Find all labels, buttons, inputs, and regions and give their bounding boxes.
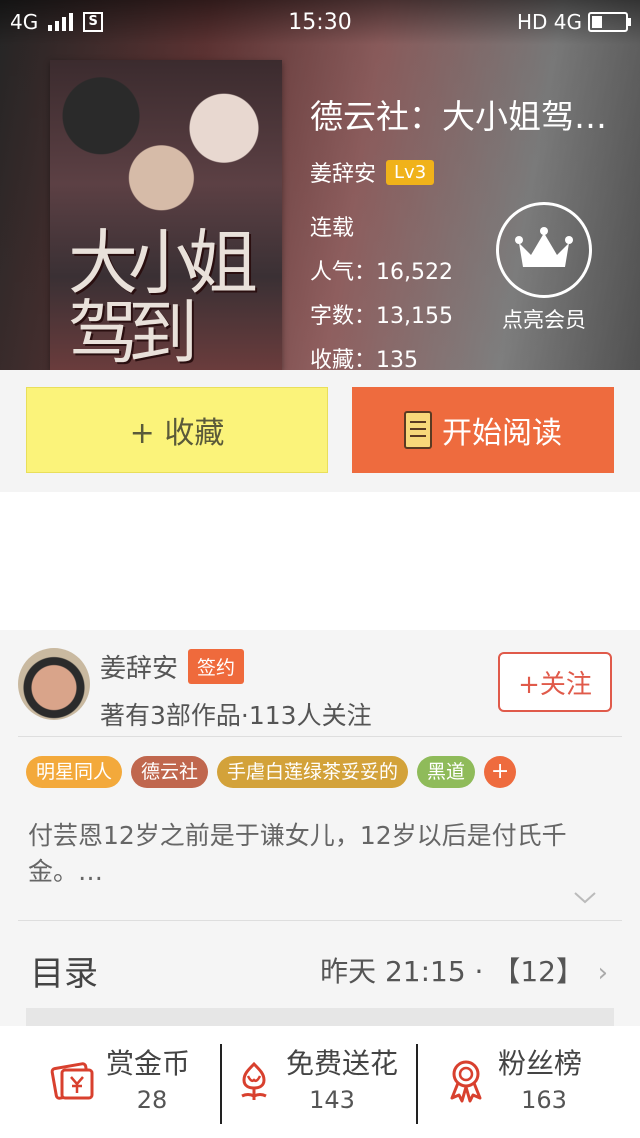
words-value: 13,155 [376,304,453,329]
flower-icon [241,1061,267,1100]
network-indicator-right: HD 4G [516,10,582,34]
member-button[interactable]: 点亮会员 [494,202,594,334]
toc-latest-chapter: 昨天 21:15 · 【12】 [320,955,584,988]
divider [220,1044,222,1124]
reward-coin-icon [50,1062,94,1100]
fan-ranking-button[interactable]: 粉丝榜 163 [442,1042,640,1124]
start-reading-label: 开始阅读 [442,416,562,451]
member-label: 点亮会员 [502,308,586,332]
cover-title-art: 大小姐驾到 [68,222,258,370]
divider [18,736,622,737]
table-of-contents-row[interactable]: 目录 昨天 21:15 · 【12】 › [0,920,640,1016]
book-cover[interactable]: 大小姐驾到 [50,60,282,370]
send-flower-button[interactable]: 免费送花 143 [230,1042,430,1124]
book-title: 德云社：大小姐驾… [310,97,607,136]
book-icon [404,411,432,449]
divider [416,1044,418,1124]
follow-label: +关注 [518,669,592,700]
author-name[interactable]: 姜辞安 [310,156,376,188]
ribbon-badge-icon [450,1060,482,1103]
tag-item[interactable]: 黑道 [417,756,476,788]
book-header: 4G S 15:30 HD 4G 大小姐驾到 德云社：大小姐驾… 姜辞安 Lv3… [0,0,640,370]
level-badge: Lv3 [386,159,435,185]
favorites-stat: 收藏：135 [310,342,640,370]
avatar[interactable] [18,648,90,720]
send-flower-label: 免费送花 [286,1047,399,1080]
crown-icon [496,202,592,298]
tag-item[interactable]: 手虐白莲绿茶妥妥的 [217,756,409,788]
interaction-bar: 赏金币 28 免费送花 143 粉丝榜 163 [0,1026,640,1138]
author-row: 姜辞安 Lv3 [310,156,640,188]
tag-list: 明星同人 德云社 手虐白莲绿茶妥妥的 黑道 + [26,756,517,788]
reward-coin-label: 赏金币 [106,1047,191,1080]
start-reading-button[interactable]: 开始阅读 [352,387,614,473]
battery-icon [588,12,631,32]
chevron-right-icon: › [597,958,608,988]
author-meta: 著有3部作品·113人关注 [100,701,372,730]
author-card-name: 姜辞安 [100,654,179,684]
add-favorite-button[interactable]: + 收藏 [26,387,328,473]
fan-ranking-label: 粉丝榜 [498,1047,583,1080]
action-bar: + 收藏 开始阅读 [0,370,640,492]
tag-item[interactable]: 德云社 [131,756,209,788]
details-panel: 姜辞安 签约 著有3部作品·113人关注 +关注 明星同人 德云社 手虐白莲绿茶… [0,630,640,1138]
favorites-value: 135 [376,348,419,370]
popularity-label: 人气： [310,260,377,285]
popularity-value: 16,522 [376,260,453,285]
author-card[interactable]: 姜辞安 签约 著有3部作品·113人关注 +关注 [18,644,622,734]
favorites-label: 收藏： [310,348,377,370]
add-tag-button[interactable]: + [484,756,517,788]
words-label: 字数： [310,304,377,329]
follow-button[interactable]: +关注 [498,652,612,712]
status-bar: 4G S 15:30 HD 4G [0,0,640,44]
tag-item[interactable]: 明星同人 [26,756,123,788]
book-description: 付芸恩12岁之前是于谦女儿，12岁以后是付氏千金。… [28,821,567,886]
chevron-down-icon[interactable] [574,892,596,904]
send-flower-count: 143 [309,1086,355,1114]
reward-coin-count: 28 [136,1086,168,1114]
signed-badge: 签约 [188,649,245,684]
add-favorite-label: + 收藏 [129,416,225,451]
toc-label: 目录 [30,954,98,994]
section-spacer [26,1008,614,1026]
fan-ranking-count: 163 [521,1086,567,1114]
